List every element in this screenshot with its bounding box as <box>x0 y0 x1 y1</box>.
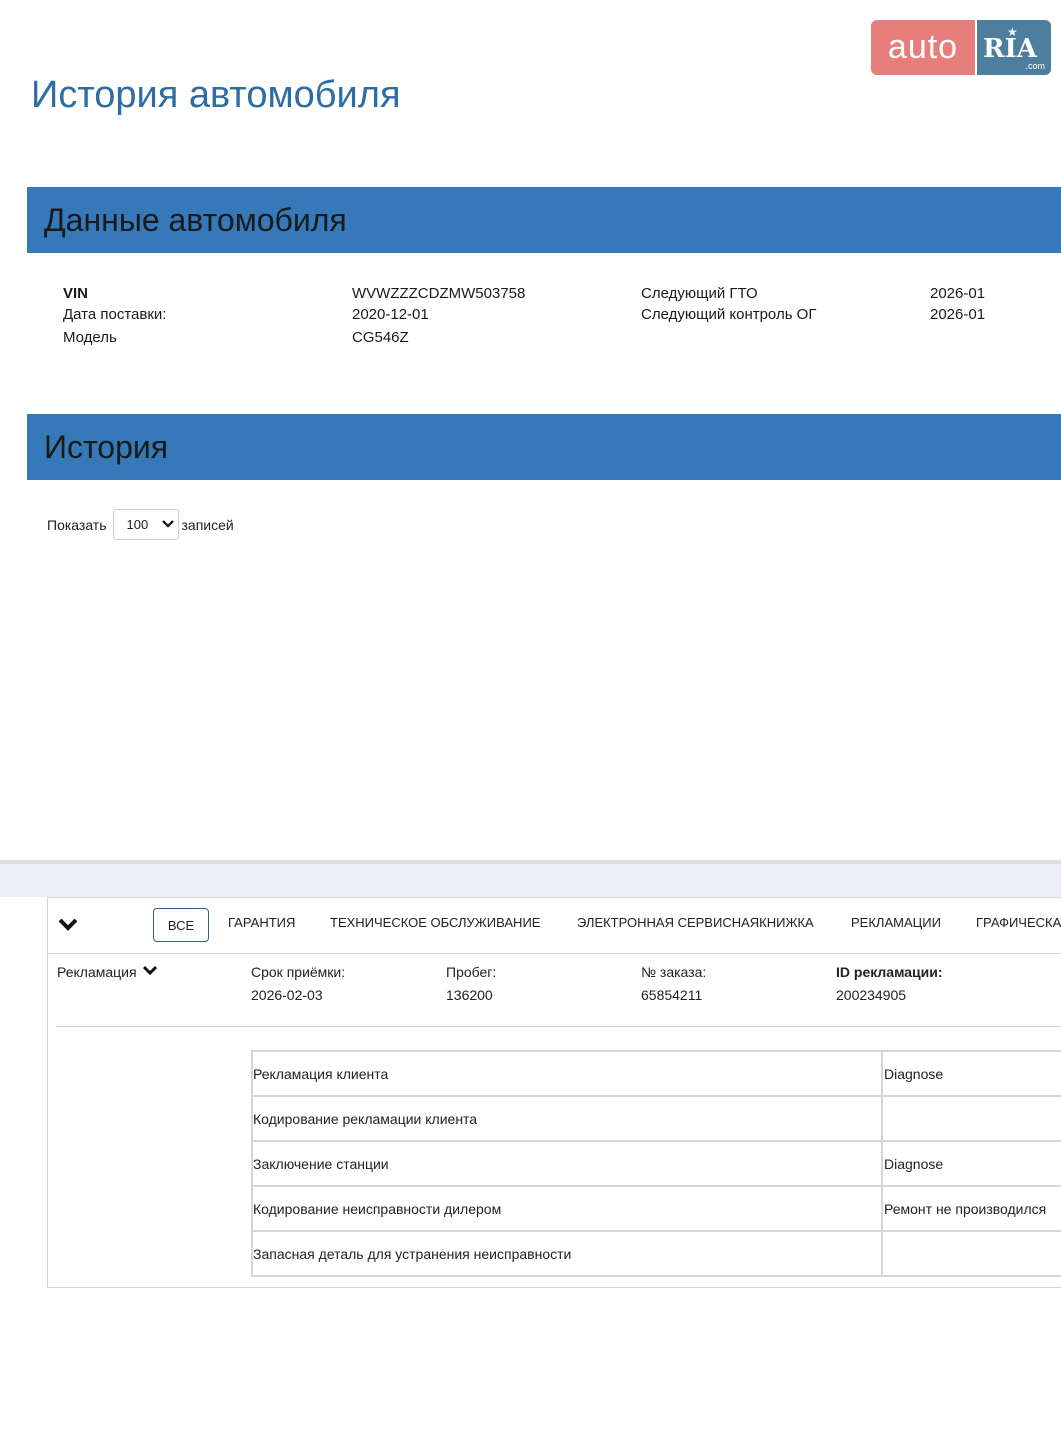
logo-ria: ★ RIA .com <box>977 20 1051 75</box>
next-inspection-label: Следующий ГТО <box>641 285 758 302</box>
claim-details-table: Рекламация клиента Diagnose Кодирование … <box>251 1050 1061 1277</box>
logo-auto: auto <box>871 20 975 75</box>
claim-type-label: Рекламация <box>57 964 137 980</box>
detail-value: Diagnose <box>882 1051 1061 1097</box>
detail-label: Рекламация клиента <box>251 1051 883 1097</box>
table-row: Заключение станции Diagnose <box>251 1141 1061 1187</box>
claim-id-label: ID рекламации: <box>836 964 943 980</box>
records-per-page-value: 100 <box>126 517 149 532</box>
tab-claims[interactable]: РЕКЛАМАЦИИ <box>851 915 941 930</box>
tab-graphic[interactable]: ГРАФИЧЕСКА <box>976 915 1061 930</box>
order-number-label: № заказа: <box>641 964 707 980</box>
history-header: История <box>27 414 1061 480</box>
detail-value <box>882 1231 1061 1277</box>
records-label: записей <box>181 516 234 533</box>
next-emission-label: Следующий контроль ОГ <box>641 306 817 323</box>
tab-maintenance[interactable]: ТЕХНИЧЕСКОЕ ОБСЛУЖИВАНИЕ <box>330 915 540 930</box>
detail-value: Ремонт не производился <box>882 1186 1061 1232</box>
table-row: Кодирование рекламации клиента <box>251 1096 1061 1142</box>
table-row: Кодирование неисправности дилером Ремонт… <box>251 1186 1061 1232</box>
order-number-value: 65854211 <box>641 987 703 1003</box>
next-emission-value: 2026-01 <box>930 306 986 323</box>
claim-id-label-text: ID рекламации: <box>836 964 943 980</box>
claim-type-toggle[interactable]: Рекламация <box>57 964 158 980</box>
chevron-down-icon[interactable] <box>58 914 78 934</box>
detail-value <box>882 1096 1061 1142</box>
logo-com: .com <box>1025 61 1045 71</box>
records-per-page-select[interactable]: 100 <box>112 509 179 540</box>
detail-label: Кодирование неисправности дилером <box>251 1186 883 1232</box>
show-label: Показать <box>47 516 107 533</box>
separator-shadow <box>0 860 1061 864</box>
mileage-value: 136200 <box>446 987 493 1003</box>
next-inspection-value: 2026-01 <box>930 285 986 302</box>
detail-label: Заключение станции <box>251 1141 883 1187</box>
history-panel: ВСЕ ГАРАНТИЯ ТЕХНИЧЕСКОЕ ОБСЛУЖИВАНИЕ ЭЛ… <box>47 897 1061 1288</box>
acceptance-date-value: 2026-02-03 <box>251 987 323 1003</box>
divider <box>56 1026 1061 1027</box>
history-tabs: ВСЕ ГАРАНТИЯ ТЕХНИЧЕСКОЕ ОБСЛУЖИВАНИЕ ЭЛ… <box>48 898 1061 954</box>
detail-label: Запасная деталь для устранения неисправн… <box>251 1231 883 1277</box>
table-row: Рекламация клиента Diagnose <box>251 1051 1061 1097</box>
acceptance-date-label: Срок приёмки: <box>251 964 346 980</box>
vehicle-data-title: Данные автомобиля <box>44 202 347 238</box>
screenshot-separator <box>0 860 1061 897</box>
vin-value: WVWZZZCDZMW503758 <box>352 285 526 302</box>
vin-label: VIN <box>63 285 89 302</box>
mileage-label: Пробег: <box>446 964 497 980</box>
page-title: История автомобиля <box>31 74 401 116</box>
detail-label: Кодирование рекламации клиента <box>251 1096 883 1142</box>
delivery-date-label: Дата поставки: <box>63 306 167 323</box>
delivery-date-value: 2020-12-01 <box>352 306 429 323</box>
model-label: Модель <box>63 329 117 346</box>
logo-ria-text: RIA <box>983 34 1037 64</box>
tab-service-book[interactable]: ЭЛЕКТРОННАЯ СЕРВИСНАЯКНИЖКА <box>577 915 814 930</box>
tab-warranty[interactable]: ГАРАНТИЯ <box>228 915 295 930</box>
page-length-control: Показать 100 записей <box>47 508 234 541</box>
model-value: CG546Z <box>352 329 409 346</box>
table-row: Запасная деталь для устранения неисправн… <box>251 1231 1061 1277</box>
autoria-logo[interactable]: auto ★ RIA .com <box>871 20 1051 75</box>
vehicle-data-header: Данные автомобиля <box>27 187 1061 253</box>
chevron-down-icon <box>161 518 174 532</box>
tab-all[interactable]: ВСЕ <box>153 908 209 942</box>
claim-id-value: 200234905 <box>836 987 907 1003</box>
history-title: История <box>44 429 169 465</box>
detail-value: Diagnose <box>882 1141 1061 1187</box>
chevron-down-icon <box>143 965 158 976</box>
